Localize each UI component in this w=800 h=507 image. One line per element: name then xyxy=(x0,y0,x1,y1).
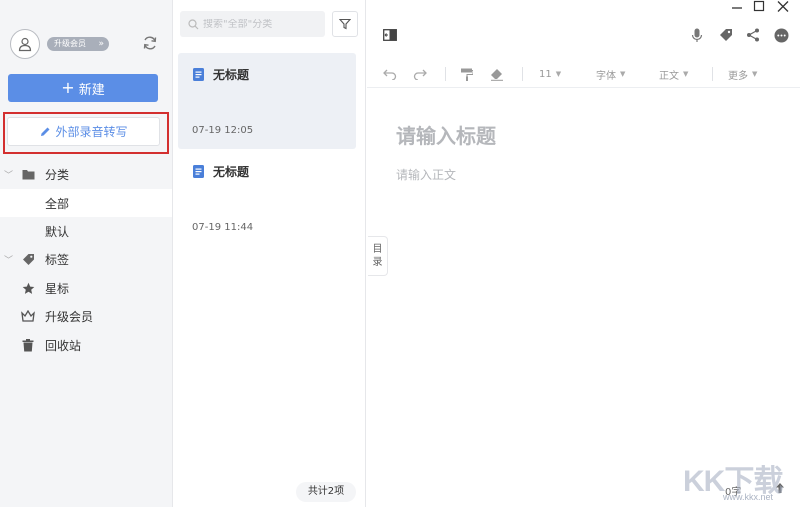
tag-icon xyxy=(21,252,35,266)
font-family-select[interactable]: 字体 ▼ xyxy=(596,66,625,82)
scroll-to-top-button[interactable] xyxy=(772,480,788,496)
toggle-sidebar-button[interactable] xyxy=(382,27,398,43)
chevron-down-icon: ﹀ xyxy=(4,255,14,266)
folder-icon xyxy=(21,167,35,181)
search-box[interactable] xyxy=(180,11,325,37)
search-input[interactable] xyxy=(203,18,323,30)
note-title: 无标题 xyxy=(213,165,250,179)
sidebar: 升级会员 » + 新建 外部录音转写 ﹀ 分类 全部 默认 ﹀ 标签 星标 升级… xyxy=(0,0,173,507)
user-icon xyxy=(18,37,32,52)
dropdown-arrow-icon: ▼ xyxy=(555,70,562,78)
star-icon xyxy=(21,281,35,295)
close-button[interactable] xyxy=(775,0,791,14)
font-size-select[interactable]: 11 ▼ xyxy=(539,66,561,82)
minimize-button[interactable] xyxy=(729,0,745,14)
sidebar-item-all[interactable]: 全部 xyxy=(0,189,172,217)
sidebar-item-default[interactable]: 默认 xyxy=(0,217,172,245)
editor-panel: 11 ▼ 字体 ▼ 正文 ▼ 更多 ▼ 目 录 0字 xyxy=(367,0,800,507)
note-body-input[interactable] xyxy=(396,168,776,182)
more-icon xyxy=(774,28,788,42)
chevron-down-icon: ﹀ xyxy=(4,170,14,181)
close-icon xyxy=(777,1,789,12)
paragraph-style-label: 正文 xyxy=(659,70,679,82)
note-list-panel: 无标题 07-19 12:05 无标题 07-19 11:44 共计2项 xyxy=(173,0,366,507)
paragraph-style-select[interactable]: 正文 ▼ xyxy=(659,66,688,82)
transcribe-label: 外部录音转写 xyxy=(55,125,128,139)
sidebar-item-label: 全部 xyxy=(45,196,70,211)
dropdown-arrow-icon: ▼ xyxy=(620,70,626,78)
more-formatting-button[interactable]: 更多 ▼ xyxy=(728,66,757,82)
sidebar-item-label: 标签 xyxy=(45,252,70,267)
new-note-label: 新建 xyxy=(78,82,105,98)
sidebar-item-upgrade-vip[interactable]: 升级会员 xyxy=(0,302,172,330)
document-icon xyxy=(193,68,204,81)
note-title-input[interactable] xyxy=(396,124,776,148)
double-chevron-right-icon: » xyxy=(98,39,104,49)
note-list-item[interactable]: 无标题 07-19 12:05 xyxy=(178,53,356,149)
filter-button[interactable] xyxy=(332,11,358,37)
toolbar-divider xyxy=(445,67,446,81)
arrow-up-icon xyxy=(776,483,784,493)
minimize-icon xyxy=(732,7,742,9)
undo-icon xyxy=(383,69,397,80)
sidebar-toggle-icon xyxy=(383,29,397,41)
sidebar-item-starred[interactable]: 星标 xyxy=(0,274,172,302)
tag-icon xyxy=(720,29,732,41)
dropdown-arrow-icon: ▼ xyxy=(752,70,758,78)
sidebar-item-label: 分类 xyxy=(45,167,70,182)
sidebar-item-label: 默认 xyxy=(45,224,70,239)
redo-icon xyxy=(413,69,427,80)
sidebar-item-tags[interactable]: ﹀ 标签 xyxy=(0,245,172,273)
dropdown-arrow-icon: ▼ xyxy=(683,70,689,78)
toc-label-line1: 目 xyxy=(372,244,383,255)
more-options-button[interactable] xyxy=(773,27,789,43)
more-formatting-label: 更多 xyxy=(728,70,748,82)
microphone-icon xyxy=(691,28,703,42)
note-tag-button[interactable] xyxy=(718,27,734,43)
note-count-badge: 共计2项 xyxy=(296,482,356,502)
note-title: 无标题 xyxy=(213,68,250,82)
format-painter-icon xyxy=(461,68,473,81)
word-count: 0字 xyxy=(725,487,742,498)
share-button[interactable] xyxy=(745,27,761,43)
upgrade-vip-badge[interactable]: 升级会员 » xyxy=(47,37,109,51)
font-family-label: 字体 xyxy=(596,70,616,82)
vip-badge-label: 升级会员 xyxy=(54,39,86,48)
maximize-button[interactable] xyxy=(751,0,767,14)
trash-icon xyxy=(21,338,35,352)
sidebar-item-label: 回收站 xyxy=(45,338,82,353)
toc-label-line2: 录 xyxy=(372,257,383,268)
table-of-contents-tab[interactable]: 目 录 xyxy=(368,236,388,276)
share-icon xyxy=(747,28,759,42)
formatting-toolbar: 11 ▼ 字体 ▼ 正文 ▼ 更多 ▼ xyxy=(367,60,800,88)
crown-icon xyxy=(21,309,35,323)
eraser-icon xyxy=(491,68,503,81)
note-list-item[interactable]: 无标题 07-19 11:44 xyxy=(178,150,356,246)
sidebar-item-trash[interactable]: 回收站 xyxy=(0,331,172,359)
undo-button[interactable] xyxy=(383,66,397,82)
external-recording-transcribe-button[interactable]: 外部录音转写 xyxy=(7,117,160,146)
filter-icon xyxy=(339,18,351,30)
search-icon xyxy=(188,18,199,29)
sidebar-item-label: 星标 xyxy=(45,281,70,296)
redo-button[interactable] xyxy=(413,66,427,82)
new-note-button[interactable]: + 新建 xyxy=(8,74,158,102)
document-icon xyxy=(193,165,204,178)
pencil-icon xyxy=(41,127,50,136)
toolbar-divider xyxy=(712,67,713,81)
voice-input-button[interactable] xyxy=(689,27,705,43)
font-size-value: 11 xyxy=(539,68,552,80)
clear-format-button[interactable] xyxy=(490,66,504,82)
sync-icon xyxy=(143,36,157,50)
plus-icon: + xyxy=(61,78,75,97)
note-timestamp: 07-19 12:05 xyxy=(192,125,254,136)
note-timestamp: 07-19 11:44 xyxy=(192,222,254,233)
sync-button[interactable] xyxy=(141,34,159,52)
user-avatar[interactable] xyxy=(10,29,40,59)
sidebar-item-category[interactable]: ﹀ 分类 xyxy=(0,160,172,188)
toolbar-divider xyxy=(522,67,523,81)
maximize-icon xyxy=(753,0,765,12)
format-painter-button[interactable] xyxy=(460,66,473,82)
sidebar-item-label: 升级会员 xyxy=(45,309,94,324)
